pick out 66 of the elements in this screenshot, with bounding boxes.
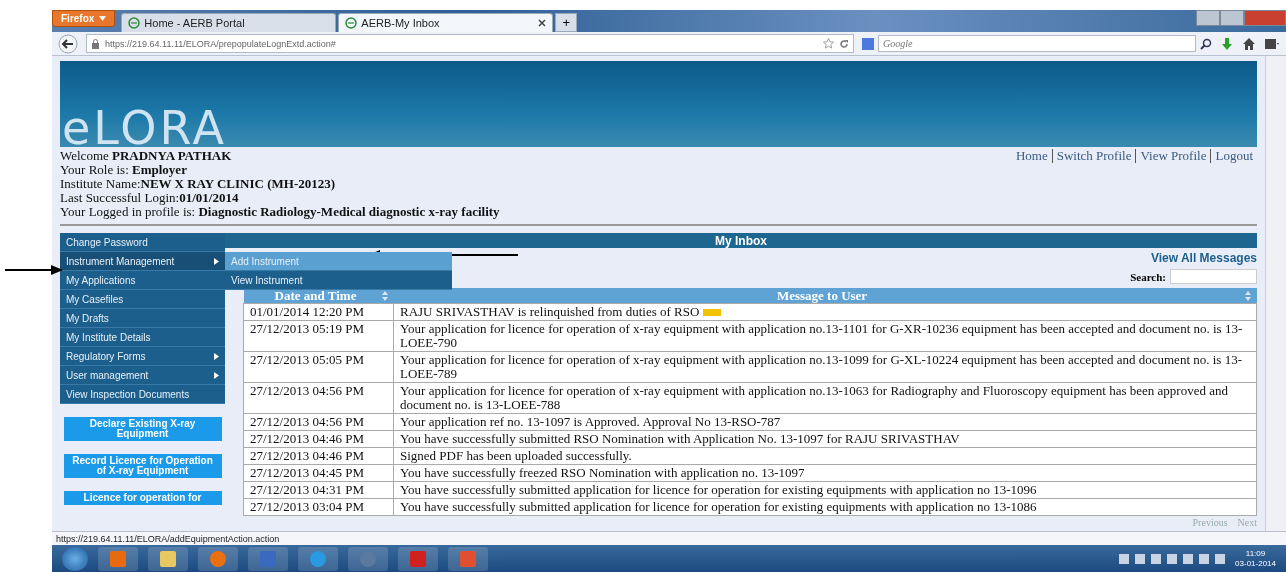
view-all-messages-link[interactable]: View All Messages <box>1150 251 1257 265</box>
submenu-arrow-icon <box>214 371 219 379</box>
browser-tab[interactable]: Home - AERB Portal <box>121 13 337 32</box>
sidebar-menu-item[interactable]: View Inspection Documents <box>60 385 225 404</box>
caret-icon <box>99 16 107 21</box>
inbox-title: My Inbox <box>715 233 767 248</box>
table-cell: 27/12/2013 05:19 PM <box>243 320 394 352</box>
sidebar-menu-item[interactable]: Regulatory Forms <box>60 347 225 366</box>
header-link[interactable]: Switch Profile <box>1051 149 1136 163</box>
close-icon[interactable] <box>538 19 547 27</box>
sort-icon[interactable] <box>381 290 388 301</box>
lock-icon <box>91 38 100 49</box>
system-tray-icons-drawing[interactable] <box>1119 553 1226 564</box>
tab-title: AERB-My Inbox <box>361 17 440 29</box>
tab-title: Home - AERB Portal <box>144 17 245 29</box>
user-info-text: Welcome PRADNYA PATHAK <box>60 149 233 163</box>
reload-icon[interactable] <box>839 38 849 49</box>
globe-icon <box>345 17 358 29</box>
user-info-text: Institute Name:NEW X RAY CLINIC (MH-20123) <box>60 177 337 191</box>
status-url: https://219.64.11.11/ELORA/addEquipmentAction.action <box>56 533 280 544</box>
header-link[interactable]: Home <box>1011 149 1052 163</box>
message-cell: Your application for licence for operation of x-ray equipment with application no.13-1099 for G-XL-10224 equipment has been accepted and document no. is 13-LOEE-789 <box>393 351 1257 383</box>
taskbar-app-icon[interactable] <box>98 546 138 571</box>
message-cell: RAJU SRIVASTHAV is relinquished from duties of RSO <box>393 303 1257 321</box>
taskbar-app-icon[interactable] <box>198 546 238 571</box>
sidebar-menu-item[interactable]: Instrument Management <box>60 252 225 271</box>
bookmarks-icon[interactable] <box>1264 36 1280 51</box>
clock-date: 03-01-2014 <box>1235 558 1276 569</box>
message-cell: Your application for licence for operation of x-ray equipment with application no.13-1063 for Radiography and Fluoroscopy equipment has been approved and document no. is 13-LOEE-788 <box>393 382 1257 414</box>
folder-icon[interactable] <box>148 546 188 571</box>
message-cell: Your application for licence for operation of x-ray equipment with application no.13-1101 for G-XR-10236 equipment has been accepted and document no. is 13-LOEE-790 <box>393 320 1257 352</box>
header-link[interactable]: View Profile <box>1135 149 1211 163</box>
browser-tab[interactable]: AERB-My Inbox <box>338 13 554 32</box>
user-info-text: Your Logged in profile is: Diagnostic Radiology-Medical diagnostic x-ray facility <box>60 205 500 219</box>
search-field[interactable]: Google <box>878 35 1196 52</box>
table-cell: 01/01/2014 12:20 PM <box>243 303 394 321</box>
header-link[interactable]: Logout <box>1210 149 1257 163</box>
new-tab-button[interactable]: + <box>555 13 578 32</box>
url-text: https://219.64.11.11/ELORA/prepopulateLognExtd.action# <box>105 38 336 49</box>
sidebar-menu-item[interactable]: My Drafts <box>60 309 225 328</box>
download-arrow-icon[interactable] <box>1220 36 1234 51</box>
submenu-arrow-icon <box>214 257 219 265</box>
user-info-text: Last Successful Login:01/01/2014 <box>60 191 240 205</box>
search-field[interactable] <box>1170 269 1257 284</box>
start-button[interactable] <box>62 546 88 571</box>
taskbar-app-icon[interactable] <box>298 546 338 571</box>
sidebar-menu-item[interactable]: My Casefiles <box>60 290 225 309</box>
user-info-text: Your Role is: Employer <box>60 163 188 177</box>
window-controls-drawing[interactable] <box>1196 10 1286 26</box>
sidebar-menu-item[interactable]: User management <box>60 366 225 385</box>
search-label: Search: <box>1130 270 1166 283</box>
site-logo: eLORA <box>62 109 228 147</box>
annotation-arrow <box>5 264 63 276</box>
sidebar-menu-item[interactable]: My Institute Details <box>60 328 225 347</box>
star-icon[interactable] <box>823 38 834 49</box>
globe-icon <box>128 17 141 29</box>
home-icon[interactable] <box>1242 36 1256 51</box>
sort-icon[interactable] <box>1244 290 1251 301</box>
taskbar-app-icon[interactable] <box>448 546 488 571</box>
table-cell: 27/12/2013 05:05 PM <box>243 351 394 383</box>
address-bar[interactable]: https://219.64.11.11/ELORA/prepopulateLognExtd.action# <box>86 34 854 53</box>
submenu-arrow-icon <box>214 352 219 360</box>
table-cell: 27/12/2013 04:56 PM <box>243 382 394 414</box>
search-icon[interactable] <box>1200 37 1212 50</box>
clock-time: 11:09 <box>1245 548 1266 559</box>
scrollbar[interactable] <box>1265 56 1286 531</box>
